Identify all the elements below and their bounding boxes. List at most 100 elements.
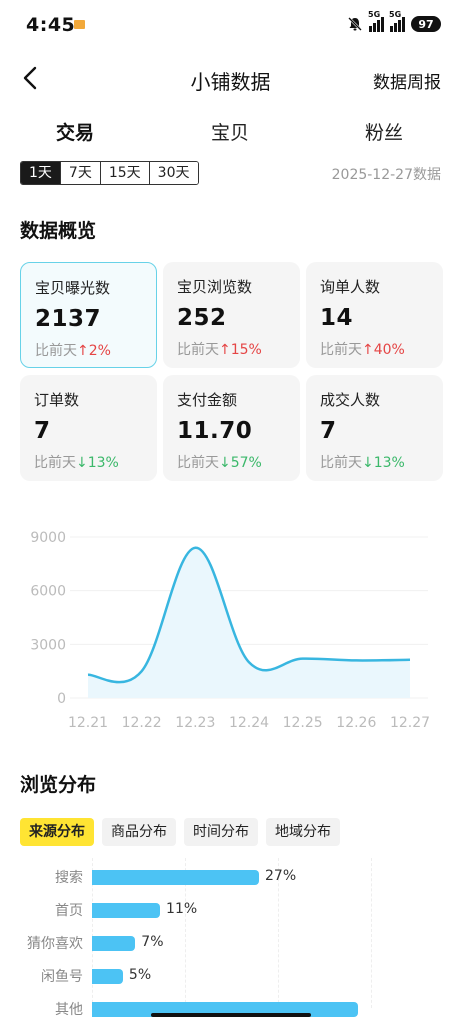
arrow-up-icon: ↑ bbox=[77, 343, 89, 359]
stat-compare: 比前天↑40% bbox=[320, 339, 429, 359]
home-indicator bbox=[151, 1013, 311, 1017]
compare-prefix: 比前天 bbox=[320, 342, 362, 358]
bar-value: 11% bbox=[166, 901, 198, 917]
tab-label: 宝贝 bbox=[211, 122, 250, 144]
main-tabs: 交易 宝贝 粉丝 bbox=[0, 112, 461, 152]
stat-card-views[interactable]: 宝贝浏览数 252 比前天↑15% bbox=[163, 262, 300, 368]
distribution-tabs: 来源分布 商品分布 时间分布 地域分布 bbox=[20, 818, 340, 846]
stat-compare: 比前天↓13% bbox=[320, 452, 429, 472]
tab-fans[interactable]: 粉丝 bbox=[365, 118, 403, 145]
stat-compare: 比前天↓13% bbox=[34, 452, 143, 472]
distribution-title: 浏览分布 bbox=[20, 774, 97, 796]
tab-label: 粉丝 bbox=[365, 122, 404, 144]
signal-icon: 5G bbox=[368, 10, 384, 32]
date-range-selector: 1天 7天 15天 30天 bbox=[20, 161, 199, 185]
bar-row: 猜你喜欢 7% bbox=[0, 933, 461, 953]
stat-label: 询单人数 bbox=[320, 278, 381, 296]
tab-label: 交易 bbox=[56, 122, 95, 144]
stat-label: 订单数 bbox=[34, 391, 80, 409]
weekly-report-link[interactable]: 数据周报 bbox=[373, 68, 441, 93]
y-tick-label: 3000 bbox=[30, 637, 66, 653]
stat-card-orders[interactable]: 订单数 7 比前天↓13% bbox=[20, 375, 157, 481]
stat-card-inquiries[interactable]: 询单人数 14 比前天↑40% bbox=[306, 262, 443, 368]
data-date: 2025-12-27数据 bbox=[331, 167, 441, 183]
arrow-up-icon: ↑ bbox=[219, 342, 231, 358]
signal-icon: 5G bbox=[389, 10, 405, 32]
compare-prefix: 比前天 bbox=[34, 455, 76, 471]
bar-label: 首页 bbox=[55, 903, 83, 919]
status-time: 4:45 bbox=[26, 14, 76, 36]
trend-chart[interactable]: 9000 6000 3000 012.21 12.22 12.23 12.24 12.25 12… bbox=[0, 520, 461, 740]
x-tick-label: 12.23 bbox=[175, 715, 215, 731]
stat-card-exposure[interactable]: 宝贝曝光数 2137 比前天↑2% bbox=[20, 262, 157, 368]
range-7-days[interactable]: 7天 bbox=[59, 162, 100, 184]
x-tick-label: 12.24 bbox=[229, 715, 269, 731]
stat-value: 7 bbox=[320, 418, 337, 444]
bar-label: 闲鱼号 bbox=[41, 969, 83, 985]
x-tick-label: 12.26 bbox=[336, 715, 376, 731]
y-tick-label: 6000 bbox=[30, 584, 66, 600]
arrow-down-icon: ↓ bbox=[219, 455, 231, 471]
change-value: 13% bbox=[373, 455, 405, 471]
x-tick-label: 12.21 bbox=[68, 715, 108, 731]
tab-time[interactable]: 时间分布 bbox=[184, 818, 258, 846]
stat-compare: 比前天↑2% bbox=[35, 340, 142, 360]
bar-fill bbox=[92, 903, 161, 918]
range-30-days[interactable]: 30天 bbox=[148, 162, 198, 184]
tab-product[interactable]: 商品分布 bbox=[102, 818, 176, 846]
tab-source[interactable]: 来源分布 bbox=[20, 818, 94, 846]
bar-row: 首页 11% bbox=[0, 900, 461, 920]
stat-value: 2137 bbox=[35, 306, 102, 332]
network-label: 5G bbox=[389, 10, 402, 19]
bar-fill bbox=[92, 870, 259, 885]
arrow-down-icon: ↓ bbox=[362, 455, 374, 471]
tab-item[interactable]: 宝贝 bbox=[211, 118, 249, 145]
x-tick-label: 12.27 bbox=[390, 715, 430, 731]
bar-label: 猜你喜欢 bbox=[27, 936, 83, 952]
stat-value: 7 bbox=[34, 418, 51, 444]
x-tick-label: 12.22 bbox=[122, 715, 162, 731]
bar-row: 搜索 27% bbox=[0, 867, 461, 887]
stat-label: 支付金额 bbox=[177, 391, 238, 409]
change-value: 2% bbox=[88, 343, 111, 359]
range-1-day[interactable]: 1天 bbox=[21, 162, 60, 184]
arrow-down-icon: ↓ bbox=[76, 455, 88, 471]
tab-trade[interactable]: 交易 bbox=[54, 118, 97, 145]
compare-prefix: 比前天 bbox=[35, 343, 77, 359]
bar-value: 27% bbox=[265, 868, 297, 884]
tab-region[interactable]: 地域分布 bbox=[266, 818, 340, 846]
stat-compare: 比前天↓57% bbox=[177, 452, 286, 472]
compare-prefix: 比前天 bbox=[177, 342, 219, 358]
stat-value: 11.70 bbox=[177, 418, 253, 444]
arrow-up-icon: ↑ bbox=[362, 342, 374, 358]
bar-fill bbox=[92, 969, 123, 984]
screen: 4:45 5G 5G 97 小铺数据 数据周报 交易 宝贝 粉丝 1天 7天 1… bbox=[0, 0, 461, 1024]
bar-fill bbox=[92, 936, 136, 951]
change-value: 40% bbox=[373, 342, 405, 358]
status-icons: 5G 5G 97 bbox=[347, 10, 441, 34]
network-label: 5G bbox=[368, 10, 381, 19]
overview-title: 数据概览 bbox=[20, 220, 97, 242]
bar-value: 7% bbox=[141, 934, 164, 950]
stat-compare: 比前天↑15% bbox=[177, 339, 286, 359]
stat-card-buyers[interactable]: 成交人数 7 比前天↓13% bbox=[306, 375, 443, 481]
bar-value: 5% bbox=[128, 967, 152, 983]
y-tick-label: 0 bbox=[57, 691, 66, 707]
notification-flag-icon bbox=[74, 20, 85, 29]
range-15-days[interactable]: 15天 bbox=[99, 162, 149, 184]
status-bar: 4:45 5G 5G 97 bbox=[0, 0, 461, 50]
battery-icon: 97 bbox=[411, 16, 441, 32]
change-value: 13% bbox=[87, 455, 119, 471]
change-value: 57% bbox=[230, 455, 262, 471]
stat-label: 宝贝浏览数 bbox=[177, 278, 253, 296]
compare-prefix: 比前天 bbox=[320, 455, 362, 471]
compare-prefix: 比前天 bbox=[177, 455, 219, 471]
stat-card-payment[interactable]: 支付金额 11.70 比前天↓57% bbox=[163, 375, 300, 481]
bar-label: 搜索 bbox=[55, 870, 83, 886]
change-value: 15% bbox=[230, 342, 262, 358]
x-tick-label: 12.25 bbox=[283, 715, 323, 731]
bar-row: 闲鱼号 5% bbox=[0, 966, 461, 986]
mute-bell-icon bbox=[348, 17, 362, 31]
stat-label: 宝贝曝光数 bbox=[35, 279, 111, 297]
source-bar-chart: 搜索 27% 首页 11% 猜你喜欢 7% 闲鱼号 5% 其他 bbox=[0, 858, 461, 1018]
